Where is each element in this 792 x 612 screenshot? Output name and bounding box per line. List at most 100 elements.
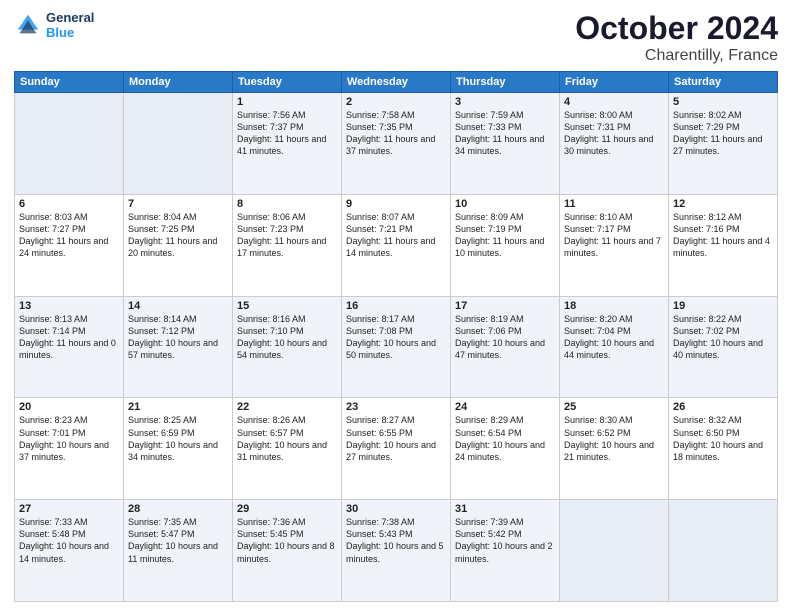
calendar-cell: 18Sunrise: 8:20 AM Sunset: 7:04 PM Dayli… — [560, 296, 669, 398]
calendar-cell: 28Sunrise: 7:35 AM Sunset: 5:47 PM Dayli… — [124, 500, 233, 602]
month-title: October 2024 — [575, 10, 778, 47]
weekday-header: Saturday — [669, 72, 778, 93]
location-title: Charentilly, France — [575, 47, 778, 65]
calendar-week-row: 1Sunrise: 7:56 AM Sunset: 7:37 PM Daylig… — [15, 93, 778, 195]
day-info: Sunrise: 8:23 AM Sunset: 7:01 PM Dayligh… — [19, 414, 119, 463]
calendar-cell: 30Sunrise: 7:38 AM Sunset: 5:43 PM Dayli… — [342, 500, 451, 602]
day-info: Sunrise: 8:06 AM Sunset: 7:23 PM Dayligh… — [237, 211, 337, 260]
calendar-cell: 7Sunrise: 8:04 AM Sunset: 7:25 PM Daylig… — [124, 194, 233, 296]
calendar-cell: 4Sunrise: 8:00 AM Sunset: 7:31 PM Daylig… — [560, 93, 669, 195]
day-info: Sunrise: 8:25 AM Sunset: 6:59 PM Dayligh… — [128, 414, 228, 463]
day-number: 6 — [19, 198, 119, 210]
calendar-cell: 26Sunrise: 8:32 AM Sunset: 6:50 PM Dayli… — [669, 398, 778, 500]
logo: General Blue — [14, 10, 94, 40]
calendar-cell: 22Sunrise: 8:26 AM Sunset: 6:57 PM Dayli… — [233, 398, 342, 500]
calendar-cell: 8Sunrise: 8:06 AM Sunset: 7:23 PM Daylig… — [233, 194, 342, 296]
day-number: 28 — [128, 503, 228, 515]
day-number: 22 — [237, 401, 337, 413]
day-number: 19 — [673, 300, 773, 312]
calendar-cell: 17Sunrise: 8:19 AM Sunset: 7:06 PM Dayli… — [451, 296, 560, 398]
day-info: Sunrise: 8:17 AM Sunset: 7:08 PM Dayligh… — [346, 313, 446, 362]
calendar-cell: 31Sunrise: 7:39 AM Sunset: 5:42 PM Dayli… — [451, 500, 560, 602]
day-number: 29 — [237, 503, 337, 515]
day-number: 5 — [673, 96, 773, 108]
day-info: Sunrise: 7:39 AM Sunset: 5:42 PM Dayligh… — [455, 516, 555, 565]
calendar-cell: 1Sunrise: 7:56 AM Sunset: 7:37 PM Daylig… — [233, 93, 342, 195]
day-info: Sunrise: 8:09 AM Sunset: 7:19 PM Dayligh… — [455, 211, 555, 260]
calendar-cell: 6Sunrise: 8:03 AM Sunset: 7:27 PM Daylig… — [15, 194, 124, 296]
day-info: Sunrise: 7:58 AM Sunset: 7:35 PM Dayligh… — [346, 109, 446, 158]
day-info: Sunrise: 8:32 AM Sunset: 6:50 PM Dayligh… — [673, 414, 773, 463]
header: General Blue October 2024 Charentilly, F… — [14, 10, 778, 65]
day-info: Sunrise: 7:38 AM Sunset: 5:43 PM Dayligh… — [346, 516, 446, 565]
day-info: Sunrise: 7:33 AM Sunset: 5:48 PM Dayligh… — [19, 516, 119, 565]
day-number: 24 — [455, 401, 555, 413]
title-block: October 2024 Charentilly, France — [575, 10, 778, 65]
day-number: 12 — [673, 198, 773, 210]
calendar-cell: 16Sunrise: 8:17 AM Sunset: 7:08 PM Dayli… — [342, 296, 451, 398]
calendar-week-row: 27Sunrise: 7:33 AM Sunset: 5:48 PM Dayli… — [15, 500, 778, 602]
day-number: 25 — [564, 401, 664, 413]
day-info: Sunrise: 8:26 AM Sunset: 6:57 PM Dayligh… — [237, 414, 337, 463]
calendar-week-row: 13Sunrise: 8:13 AM Sunset: 7:14 PM Dayli… — [15, 296, 778, 398]
calendar-cell: 5Sunrise: 8:02 AM Sunset: 7:29 PM Daylig… — [669, 93, 778, 195]
calendar-cell: 10Sunrise: 8:09 AM Sunset: 7:19 PM Dayli… — [451, 194, 560, 296]
calendar-cell — [669, 500, 778, 602]
day-info: Sunrise: 7:56 AM Sunset: 7:37 PM Dayligh… — [237, 109, 337, 158]
day-number: 17 — [455, 300, 555, 312]
day-info: Sunrise: 8:27 AM Sunset: 6:55 PM Dayligh… — [346, 414, 446, 463]
day-number: 3 — [455, 96, 555, 108]
day-number: 27 — [19, 503, 119, 515]
calendar-cell: 21Sunrise: 8:25 AM Sunset: 6:59 PM Dayli… — [124, 398, 233, 500]
calendar-cell: 12Sunrise: 8:12 AM Sunset: 7:16 PM Dayli… — [669, 194, 778, 296]
calendar-cell: 3Sunrise: 7:59 AM Sunset: 7:33 PM Daylig… — [451, 93, 560, 195]
day-info: Sunrise: 8:07 AM Sunset: 7:21 PM Dayligh… — [346, 211, 446, 260]
calendar-table: SundayMondayTuesdayWednesdayThursdayFrid… — [14, 71, 778, 602]
calendar-cell — [15, 93, 124, 195]
calendar-cell: 11Sunrise: 8:10 AM Sunset: 7:17 PM Dayli… — [560, 194, 669, 296]
page: General Blue October 2024 Charentilly, F… — [0, 0, 792, 612]
day-number: 15 — [237, 300, 337, 312]
day-info: Sunrise: 8:02 AM Sunset: 7:29 PM Dayligh… — [673, 109, 773, 158]
day-info: Sunrise: 8:20 AM Sunset: 7:04 PM Dayligh… — [564, 313, 664, 362]
day-info: Sunrise: 8:14 AM Sunset: 7:12 PM Dayligh… — [128, 313, 228, 362]
day-number: 16 — [346, 300, 446, 312]
day-number: 14 — [128, 300, 228, 312]
calendar-cell — [124, 93, 233, 195]
calendar-cell: 27Sunrise: 7:33 AM Sunset: 5:48 PM Dayli… — [15, 500, 124, 602]
weekday-header: Friday — [560, 72, 669, 93]
calendar-week-row: 20Sunrise: 8:23 AM Sunset: 7:01 PM Dayli… — [15, 398, 778, 500]
day-number: 18 — [564, 300, 664, 312]
day-number: 4 — [564, 96, 664, 108]
day-info: Sunrise: 8:10 AM Sunset: 7:17 PM Dayligh… — [564, 211, 664, 260]
calendar-cell: 29Sunrise: 7:36 AM Sunset: 5:45 PM Dayli… — [233, 500, 342, 602]
calendar-cell: 2Sunrise: 7:58 AM Sunset: 7:35 PM Daylig… — [342, 93, 451, 195]
calendar-cell: 24Sunrise: 8:29 AM Sunset: 6:54 PM Dayli… — [451, 398, 560, 500]
calendar-cell: 13Sunrise: 8:13 AM Sunset: 7:14 PM Dayli… — [15, 296, 124, 398]
weekday-header-row: SundayMondayTuesdayWednesdayThursdayFrid… — [15, 72, 778, 93]
day-number: 2 — [346, 96, 446, 108]
day-number: 23 — [346, 401, 446, 413]
calendar-cell: 9Sunrise: 8:07 AM Sunset: 7:21 PM Daylig… — [342, 194, 451, 296]
weekday-header: Wednesday — [342, 72, 451, 93]
day-info: Sunrise: 7:35 AM Sunset: 5:47 PM Dayligh… — [128, 516, 228, 565]
calendar-cell: 25Sunrise: 8:30 AM Sunset: 6:52 PM Dayli… — [560, 398, 669, 500]
day-number: 7 — [128, 198, 228, 210]
calendar-cell: 20Sunrise: 8:23 AM Sunset: 7:01 PM Dayli… — [15, 398, 124, 500]
weekday-header: Tuesday — [233, 72, 342, 93]
day-number: 9 — [346, 198, 446, 210]
day-info: Sunrise: 8:12 AM Sunset: 7:16 PM Dayligh… — [673, 211, 773, 260]
day-number: 20 — [19, 401, 119, 413]
day-number: 30 — [346, 503, 446, 515]
weekday-header: Monday — [124, 72, 233, 93]
calendar-week-row: 6Sunrise: 8:03 AM Sunset: 7:27 PM Daylig… — [15, 194, 778, 296]
day-number: 13 — [19, 300, 119, 312]
day-info: Sunrise: 8:19 AM Sunset: 7:06 PM Dayligh… — [455, 313, 555, 362]
day-number: 1 — [237, 96, 337, 108]
day-info: Sunrise: 8:29 AM Sunset: 6:54 PM Dayligh… — [455, 414, 555, 463]
day-info: Sunrise: 8:22 AM Sunset: 7:02 PM Dayligh… — [673, 313, 773, 362]
day-number: 26 — [673, 401, 773, 413]
day-info: Sunrise: 8:00 AM Sunset: 7:31 PM Dayligh… — [564, 109, 664, 158]
calendar-cell: 14Sunrise: 8:14 AM Sunset: 7:12 PM Dayli… — [124, 296, 233, 398]
day-info: Sunrise: 7:59 AM Sunset: 7:33 PM Dayligh… — [455, 109, 555, 158]
